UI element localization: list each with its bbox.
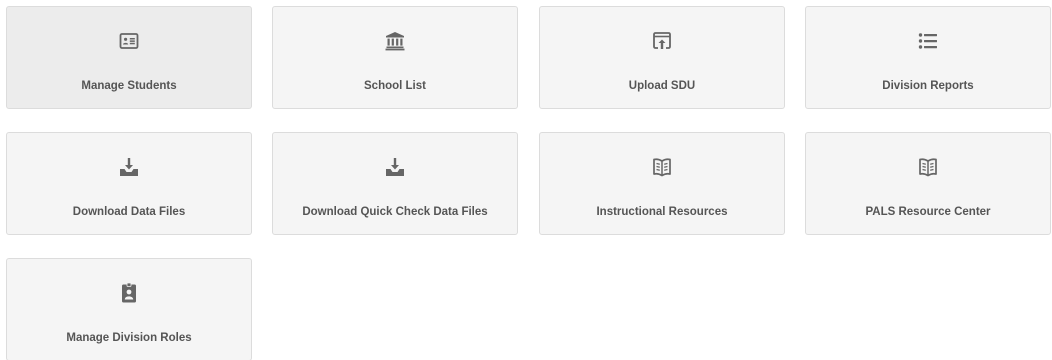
download-tray-icon (383, 155, 407, 179)
tile-label: Manage Division Roles (66, 332, 192, 344)
school-list-tile[interactable]: School List (272, 6, 518, 109)
manage-division-roles-tile[interactable]: Manage Division Roles (6, 258, 252, 360)
open-book-icon (916, 155, 940, 179)
tile-label: Download Data Files (72, 206, 186, 218)
tile-label: Upload SDU (628, 80, 696, 92)
tile-label: Download Quick Check Data Files (302, 206, 488, 218)
upload-icon (650, 29, 674, 53)
download-quick-check-data-files-tile[interactable]: Download Quick Check Data Files (272, 132, 518, 235)
tile-label: Instructional Resources (596, 206, 728, 218)
manage-students-tile[interactable]: Manage Students (6, 6, 252, 109)
dashboard-tile-grid: Manage Students School List Upload SDU D… (0, 0, 1052, 360)
tile-label: PALS Resource Center (865, 206, 991, 218)
institution-icon (383, 29, 407, 53)
id-badge-icon (117, 281, 141, 305)
tile-label: Manage Students (81, 80, 177, 92)
tile-label: School List (364, 80, 426, 92)
download-data-files-tile[interactable]: Download Data Files (6, 132, 252, 235)
instructional-resources-tile[interactable]: Instructional Resources (539, 132, 785, 235)
pals-resource-center-tile[interactable]: PALS Resource Center (805, 132, 1051, 235)
download-tray-icon (117, 155, 141, 179)
open-book-icon (650, 155, 674, 179)
list-icon (916, 29, 940, 53)
division-reports-tile[interactable]: Division Reports (805, 6, 1051, 109)
upload-sdu-tile[interactable]: Upload SDU (539, 6, 785, 109)
id-card-icon (117, 29, 141, 53)
tile-label: Division Reports (882, 80, 974, 92)
